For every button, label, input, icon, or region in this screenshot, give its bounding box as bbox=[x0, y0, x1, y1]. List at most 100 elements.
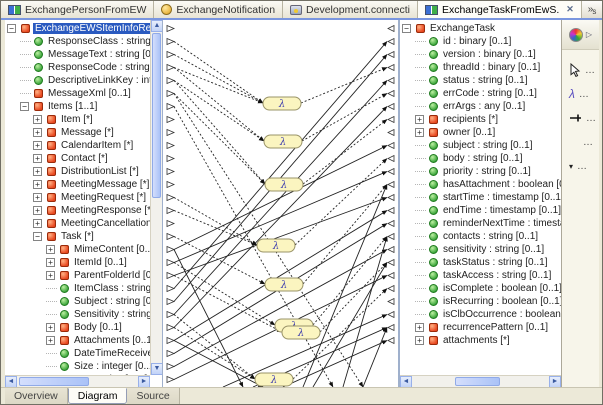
target-port-icon[interactable] bbox=[388, 78, 394, 84]
source-port-icon[interactable] bbox=[167, 117, 174, 123]
source-tree-vertical-scrollbar[interactable]: ▲ ▼ bbox=[150, 20, 162, 375]
expand-icon[interactable]: + bbox=[33, 167, 42, 176]
expand-icon[interactable]: + bbox=[33, 180, 42, 189]
tab-diagram[interactable]: Diagram bbox=[68, 388, 128, 404]
source-tree-horizontal-scrollbar[interactable]: ◄ ► bbox=[5, 375, 150, 387]
target-port-icon[interactable] bbox=[388, 195, 394, 201]
tab-overview[interactable]: Overview bbox=[5, 388, 68, 404]
source-port-icon[interactable] bbox=[167, 221, 174, 227]
tab-source[interactable]: Source bbox=[127, 388, 179, 404]
target-port-icon[interactable] bbox=[388, 312, 394, 318]
tree-item[interactable]: +DistributionList [*] bbox=[5, 165, 150, 178]
target-port-icon[interactable] bbox=[388, 299, 394, 305]
lambda-node[interactable]: λ bbox=[264, 135, 302, 148]
tree-item[interactable]: taskAccess : string [0..1] bbox=[400, 269, 561, 282]
mapping-link-dashed[interactable] bbox=[174, 94, 265, 185]
tree-item[interactable]: +CalendarItem [*] bbox=[5, 139, 150, 152]
lambda-node[interactable]: λ bbox=[263, 97, 301, 110]
scrollbar-thumb[interactable] bbox=[455, 377, 500, 386]
expand-icon[interactable]: + bbox=[46, 336, 55, 345]
target-port-icon[interactable] bbox=[388, 208, 394, 214]
scroll-right-button[interactable]: ► bbox=[549, 376, 561, 387]
tree-item[interactable]: −Items [1..1] bbox=[5, 100, 150, 113]
scroll-left-button[interactable]: ◄ bbox=[400, 376, 412, 387]
target-tree-horizontal-scrollbar[interactable]: ◄ ► bbox=[400, 375, 561, 387]
source-port-icon[interactable] bbox=[167, 143, 174, 149]
scrollbar-thumb[interactable] bbox=[152, 33, 161, 198]
target-port-icon[interactable] bbox=[388, 104, 394, 110]
mapping-link-dashed[interactable] bbox=[320, 263, 387, 333]
lambda-node[interactable]: λ bbox=[265, 278, 303, 291]
tree-item[interactable]: priority : string [0..1] bbox=[400, 165, 561, 178]
expand-icon[interactable]: + bbox=[33, 128, 42, 137]
tree-item[interactable]: +ParentFolderId [0..1] bbox=[5, 269, 150, 282]
mapping-canvas[interactable]: λλλλλλλλ bbox=[163, 20, 399, 387]
collapse-icon[interactable]: − bbox=[20, 102, 29, 111]
tab-overflow-chevron[interactable]: » s bbox=[582, 1, 603, 18]
source-port-icon[interactable] bbox=[167, 130, 174, 136]
target-port-icon[interactable] bbox=[388, 221, 394, 227]
target-port-icon[interactable] bbox=[388, 325, 394, 331]
target-port-icon[interactable] bbox=[388, 26, 394, 32]
lambda-node[interactable]: λ bbox=[265, 178, 303, 191]
source-port-icon[interactable] bbox=[167, 351, 174, 357]
expand-icon[interactable]: + bbox=[415, 128, 424, 137]
collapse-icon[interactable]: − bbox=[33, 232, 42, 241]
target-port-icon[interactable] bbox=[388, 52, 394, 58]
tree-item[interactable]: DescriptiveLinkKey : integer [0..1] bbox=[5, 74, 150, 87]
tree-item[interactable]: +Body [0..1] bbox=[5, 321, 150, 334]
target-port-icon[interactable] bbox=[388, 260, 394, 266]
tree-item[interactable]: startTime : timestamp [0..1] bbox=[400, 191, 561, 204]
expand-icon[interactable]: + bbox=[415, 115, 424, 124]
mapping-link-dashed[interactable] bbox=[174, 42, 263, 104]
source-port-icon[interactable] bbox=[167, 247, 174, 253]
tree-item[interactable]: +Message [*] bbox=[5, 126, 150, 139]
tree-item[interactable]: +MeetingCancellation [*] bbox=[5, 217, 150, 230]
expand-icon[interactable]: + bbox=[46, 245, 55, 254]
expand-icon[interactable]: + bbox=[33, 115, 42, 124]
source-port-icon[interactable] bbox=[167, 39, 174, 45]
tree-item[interactable]: +recipients [*] bbox=[400, 113, 561, 126]
tree-item[interactable]: errCode : string [0..1] bbox=[400, 87, 561, 100]
tree-item[interactable]: Size : integer [0..1] bbox=[5, 360, 150, 373]
tree-item[interactable]: hasAttachment : boolean [0..1] bbox=[400, 178, 561, 191]
mapping-link-dashed[interactable] bbox=[302, 94, 387, 142]
close-icon[interactable]: ✕ bbox=[566, 4, 574, 15]
expand-icon[interactable]: + bbox=[46, 258, 55, 267]
tree-item[interactable]: isClbOccurrence : boolean [0..1] bbox=[400, 308, 561, 321]
source-port-icon[interactable] bbox=[167, 312, 174, 318]
tree-item[interactable]: +MeetingResponse [*] bbox=[5, 204, 150, 217]
expand-icon[interactable]: + bbox=[415, 336, 424, 345]
target-port-icon[interactable] bbox=[388, 338, 394, 344]
source-port-icon[interactable] bbox=[167, 364, 174, 370]
editor-tab-exchangepersonfromew[interactable]: ExchangePersonFromEW bbox=[1, 1, 154, 18]
tree-item[interactable]: MessageXml [0..1] bbox=[5, 87, 150, 100]
source-port-icon[interactable] bbox=[167, 169, 174, 175]
tree-item[interactable]: +owner [0..1] bbox=[400, 126, 561, 139]
tree-item[interactable]: threadId : binary [0..1] bbox=[400, 61, 561, 74]
tree-item[interactable]: +ItemId [0..1] bbox=[5, 256, 150, 269]
tree-item[interactable]: +recurrencePattern [0..1] bbox=[400, 321, 561, 334]
tree-item[interactable]: reminderNextTime : timestamp [0..1] bbox=[400, 217, 561, 230]
source-port-icon[interactable] bbox=[167, 208, 174, 214]
editor-tab-exchangenotification[interactable]: ExchangeNotification bbox=[154, 1, 283, 18]
source-port-icon[interactable] bbox=[167, 156, 174, 162]
mapping-link-dashed[interactable] bbox=[174, 68, 264, 142]
mapping-link-dashed[interactable] bbox=[174, 263, 275, 326]
tree-item[interactable]: status : string [0..1] bbox=[400, 74, 561, 87]
source-port-icon[interactable] bbox=[167, 338, 174, 344]
mapping-link-dashed[interactable] bbox=[301, 68, 387, 104]
tree-item[interactable]: taskStatus : string [0..1] bbox=[400, 256, 561, 269]
mapping-link[interactable] bbox=[174, 341, 263, 388]
target-port-icon[interactable] bbox=[388, 117, 394, 123]
cursor-tool[interactable]: … bbox=[562, 58, 599, 82]
source-port-icon[interactable] bbox=[167, 182, 174, 188]
target-port-icon[interactable] bbox=[388, 91, 394, 97]
mapping-link[interactable] bbox=[303, 185, 387, 388]
expand-icon[interactable]: + bbox=[33, 206, 42, 215]
expand-icon[interactable]: + bbox=[33, 193, 42, 202]
tree-item[interactable]: errArgs : any [0..1] bbox=[400, 100, 561, 113]
tree-item[interactable]: sensitivity : string [0..1] bbox=[400, 243, 561, 256]
target-port-icon[interactable] bbox=[388, 247, 394, 253]
source-port-icon[interactable] bbox=[167, 78, 174, 84]
